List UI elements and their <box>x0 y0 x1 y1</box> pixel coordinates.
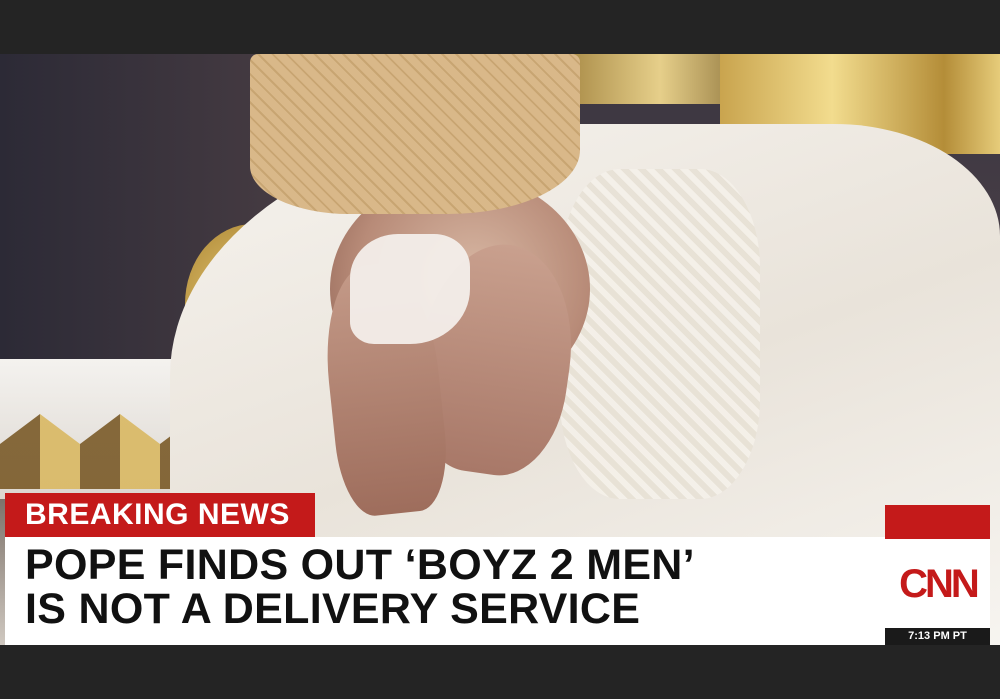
tissue <box>350 234 470 344</box>
cnn-logo: CNN <box>899 562 980 606</box>
headline-line-1: POPE FINDS OUT ‘BOYZ 2 MEN’ <box>25 541 695 589</box>
robe-lace <box>560 169 760 499</box>
headline: POPE FINDS OUT ‘BOYZ 2 MEN’ IS NOT A DEL… <box>25 543 875 631</box>
mitre-hat <box>250 54 580 214</box>
network-red-bar <box>885 505 990 539</box>
breaking-news-tag: BREAKING NEWS <box>5 493 315 537</box>
letterbox-top <box>0 0 1000 54</box>
broadcast-time: 7:13 PM PT <box>885 628 990 645</box>
headline-line-2: IS NOT A DELIVERY SERVICE <box>25 585 641 633</box>
letterbox-bottom <box>0 645 1000 699</box>
